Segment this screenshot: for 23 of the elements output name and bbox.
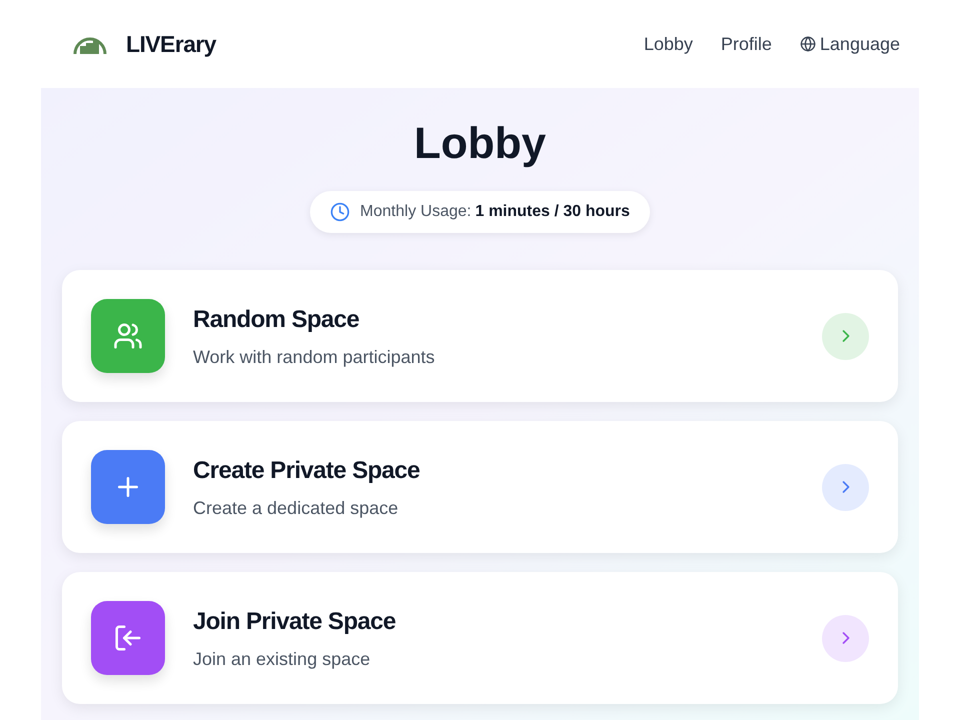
brand-name: LIVErary bbox=[126, 30, 216, 59]
usage-value: 1 minutes / 30 hours bbox=[475, 202, 630, 222]
option-title: Join Private Space bbox=[193, 606, 397, 636]
chevron-button[interactable] bbox=[822, 464, 869, 510]
space-option-card[interactable]: Join Private Space Join an existing space bbox=[62, 572, 898, 704]
option-title: Create Private Space bbox=[193, 456, 421, 486]
nav-link[interactable]: Lobby bbox=[644, 30, 693, 58]
chevron-button[interactable] bbox=[822, 614, 869, 662]
globe-icon bbox=[800, 36, 816, 52]
option-subtitle: Join an existing space bbox=[193, 648, 372, 671]
nav-link[interactable]: Profile bbox=[720, 30, 772, 58]
space-option-card[interactable]: Create Private Space Create a dedicated space bbox=[62, 421, 898, 553]
option-subtitle: Create a dedicated space bbox=[193, 496, 400, 520]
option-title: Random Space bbox=[193, 304, 360, 334]
clock-icon bbox=[330, 202, 350, 222]
chevron-button[interactable] bbox=[822, 312, 869, 360]
people-icon bbox=[113, 321, 143, 351]
enter-icon bbox=[113, 623, 143, 653]
usage-label: Monthly Usage: bbox=[360, 202, 472, 222]
page-title: Lobby bbox=[413, 118, 547, 170]
language-link[interactable]: Language bbox=[800, 30, 900, 58]
option-subtitle: Work with random participants bbox=[193, 346, 436, 369]
space-option-card[interactable]: Random Space Work with random participants bbox=[62, 270, 898, 402]
